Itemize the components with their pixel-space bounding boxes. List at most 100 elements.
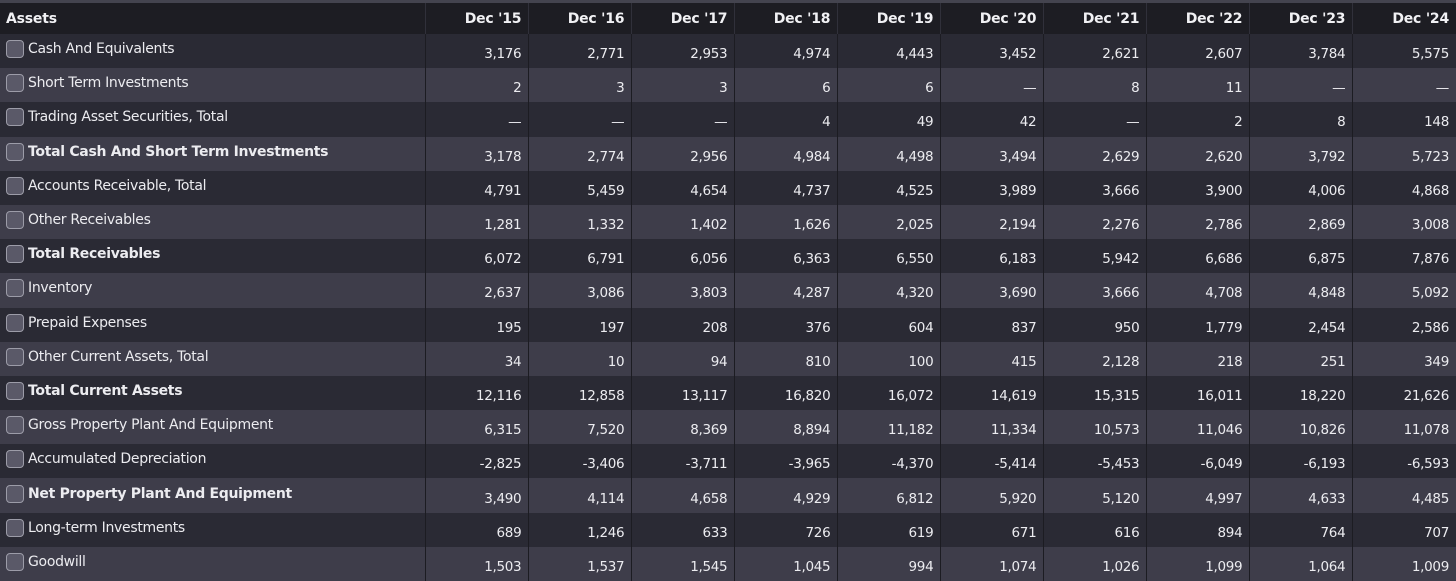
- value-cell: 12,116: [425, 375, 529, 411]
- value-cell: 1,074: [940, 546, 1044, 581]
- row-label-cell: Other Receivables: [0, 204, 426, 240]
- value-cell: 4,320: [837, 273, 941, 308]
- table-row: Gross Property Plant And Equipment 6,315 7…: [0, 410, 1456, 445]
- row-label: Long-term Investments: [28, 519, 185, 536]
- value-cell: 2,786: [1146, 204, 1250, 240]
- value-cell: 2,869: [1249, 204, 1353, 240]
- value-cell: 8,369: [631, 410, 735, 445]
- row-checkbox[interactable]: [6, 381, 24, 400]
- row-label: Net Property Plant And Equipment: [28, 485, 292, 502]
- value-cell: 6,072: [425, 239, 529, 274]
- value-cell: 349: [1352, 341, 1456, 376]
- row-label-cell: Gross Property Plant And Equipment: [0, 410, 426, 445]
- column-header-period[interactable]: Dec '22: [1146, 3, 1250, 34]
- row-checkbox[interactable]: [6, 245, 24, 264]
- row-checkbox[interactable]: [6, 40, 24, 59]
- value-cell: 8: [1249, 102, 1353, 137]
- value-cell: 11,046: [1146, 410, 1250, 445]
- row-checkbox[interactable]: [6, 313, 24, 332]
- row-checkbox[interactable]: [6, 142, 24, 161]
- value-cell: 251: [1249, 341, 1353, 376]
- row-label: Cash And Equivalents: [28, 41, 175, 58]
- value-cell: —: [1249, 68, 1353, 103]
- value-cell: 6: [734, 68, 838, 103]
- value-cell: 16,820: [734, 375, 838, 411]
- row-checkbox[interactable]: [6, 108, 24, 127]
- value-cell: 4,868: [1352, 170, 1456, 205]
- value-cell: 5,920: [940, 478, 1044, 513]
- row-checkbox[interactable]: [6, 416, 24, 435]
- row-checkbox[interactable]: [6, 450, 24, 469]
- row-label: Goodwill: [28, 553, 86, 570]
- row-checkbox[interactable]: [6, 552, 24, 571]
- row-checkbox[interactable]: [6, 211, 24, 230]
- value-cell: 707: [1352, 512, 1456, 547]
- value-cell: 1,545: [631, 546, 735, 581]
- value-cell: -6,193: [1249, 444, 1353, 479]
- table-row: Total Current Assets 12,116 12,858 13,117 16…: [0, 375, 1456, 411]
- column-header-period[interactable]: Dec '24: [1352, 3, 1456, 34]
- value-cell: 197: [528, 307, 632, 342]
- value-cell: -6,593: [1352, 444, 1456, 479]
- row-label: Inventory: [28, 280, 93, 297]
- value-cell: 16,072: [837, 375, 941, 411]
- value-cell: 3,666: [1043, 273, 1147, 308]
- row-label-cell: Accumulated Depreciation: [0, 444, 426, 479]
- value-cell: 2,276: [1043, 204, 1147, 240]
- row-label-cell: Net Property Plant And Equipment: [0, 478, 426, 513]
- table-row: Trading Asset Securities, Total — — —4 49 42—…: [0, 102, 1456, 137]
- value-cell: 5,723: [1352, 136, 1456, 171]
- value-cell: 3,803: [631, 273, 735, 308]
- column-header-period[interactable]: Dec '16: [528, 3, 632, 34]
- table-row: Total Receivables 6,072 6,791 6,056 6,363 6,5…: [0, 239, 1456, 274]
- value-cell: 4,287: [734, 273, 838, 308]
- row-checkbox[interactable]: [6, 484, 24, 503]
- row-checkbox[interactable]: [6, 518, 24, 537]
- column-header-period[interactable]: Dec '19: [837, 3, 941, 34]
- value-cell: 18,220: [1249, 375, 1353, 411]
- value-cell: 3,008: [1352, 204, 1456, 240]
- value-cell: 994: [837, 546, 941, 581]
- value-cell: 6,056: [631, 239, 735, 274]
- value-cell: 5,459: [528, 170, 632, 205]
- row-label: Accumulated Depreciation: [28, 451, 207, 468]
- value-cell: 1,045: [734, 546, 838, 581]
- column-header-assets[interactable]: Assets: [0, 3, 426, 34]
- value-cell: 148: [1352, 102, 1456, 137]
- value-cell: 6,686: [1146, 239, 1250, 274]
- column-header-period[interactable]: Dec '15: [425, 3, 529, 34]
- value-cell: 4,997: [1146, 478, 1250, 513]
- column-header-period[interactable]: Dec '20: [940, 3, 1044, 34]
- row-label-cell: Total Receivables: [0, 239, 426, 274]
- value-cell: 16,011: [1146, 375, 1250, 411]
- row-label: Prepaid Expenses: [28, 314, 147, 331]
- value-cell: 3,178: [425, 136, 529, 171]
- value-cell: 616: [1043, 512, 1147, 547]
- value-cell: 1,246: [528, 512, 632, 547]
- column-header-period[interactable]: Dec '17: [631, 3, 735, 34]
- row-label: Trading Asset Securities, Total: [28, 109, 228, 126]
- value-cell: 837: [940, 307, 1044, 342]
- value-cell: —: [631, 102, 735, 137]
- value-cell: 3,086: [528, 273, 632, 308]
- value-cell: 2,025: [837, 204, 941, 240]
- row-checkbox[interactable]: [6, 279, 24, 298]
- value-cell: 4,485: [1352, 478, 1456, 513]
- table-row: Accounts Receivable, Total 4,791 5,459 4,65…: [0, 170, 1456, 205]
- value-cell: 6,363: [734, 239, 838, 274]
- column-header-period[interactable]: Dec '18: [734, 3, 838, 34]
- value-cell: 2,620: [1146, 136, 1250, 171]
- row-checkbox[interactable]: [6, 176, 24, 195]
- column-header-period[interactable]: Dec '21: [1043, 3, 1147, 34]
- column-header-period[interactable]: Dec '23: [1249, 3, 1353, 34]
- value-cell: 208: [631, 307, 735, 342]
- value-cell: 1,779: [1146, 307, 1250, 342]
- value-cell: 8: [1043, 68, 1147, 103]
- value-cell: 2,607: [1146, 34, 1250, 69]
- row-checkbox[interactable]: [6, 347, 24, 366]
- row-label-cell: Long-term Investments: [0, 512, 426, 547]
- value-cell: 4,974: [734, 34, 838, 69]
- financial-table-panel: Assets Dec '15 Dec '16 Dec '17 Dec '18 D…: [0, 0, 1456, 581]
- value-cell: 4,737: [734, 170, 838, 205]
- row-checkbox[interactable]: [6, 74, 24, 93]
